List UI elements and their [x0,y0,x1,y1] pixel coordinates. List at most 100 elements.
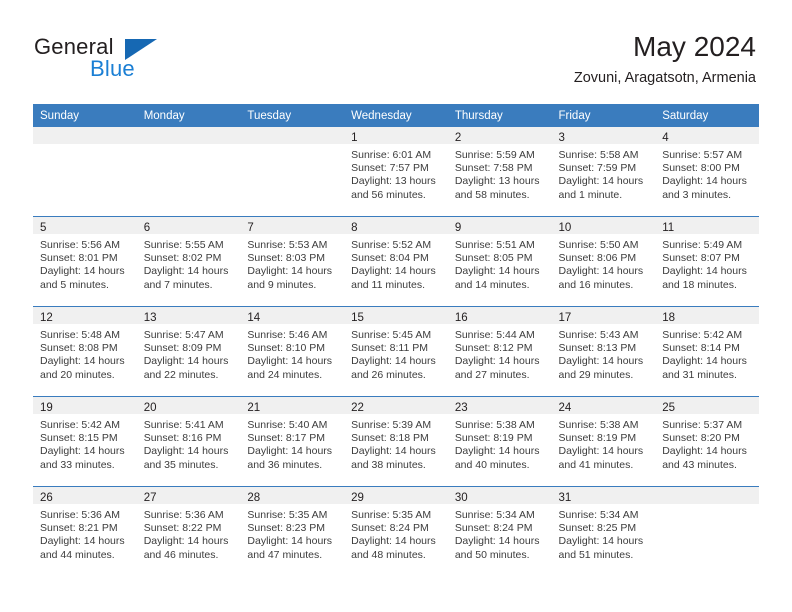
daylight-text-line2: and 22 minutes. [143,368,219,381]
day-number: 20 [143,402,157,414]
day-number: 24 [558,402,572,414]
sunset-text: Sunset: 8:03 PM [247,252,326,265]
sunset-text: Sunset: 8:16 PM [143,432,222,445]
day-cell[interactable]: 30 Sunrise: 5:34 AM Sunset: 8:24 PM Dayligh… [447,486,552,576]
sunset-text: Sunset: 8:08 PM [40,342,118,355]
day-details: Sunrise: 5:58 AM Sunset: 7:59 PM Daylight:… [552,144,656,202]
daylight-text-line1: Daylight: 14 hours [351,445,436,458]
day-cell[interactable]: 6 Sunrise: 5:55 AM Sunset: 8:02 PM Daylight… [136,216,241,307]
sunrise-text: Sunrise: 5:48 AM [40,329,120,341]
day-number-band: 2 [447,127,552,144]
day-cell[interactable]: 27 Sunrise: 5:36 AM Sunset: 8:22 PM Dayligh… [136,486,241,576]
day-cell[interactable]: 29 Sunrise: 5:35 AM Sunset: 8:24 PM Dayligh… [344,486,448,576]
day-number: 4 [662,132,669,144]
day-cell[interactable]: 11 Sunrise: 5:49 AM Sunset: 8:07 PM Dayligh… [655,216,759,307]
day-cell[interactable]: 31 Sunrise: 5:34 AM Sunset: 8:25 PM Dayligh… [551,486,656,576]
day-cell[interactable]: 5 Sunrise: 5:56 AM Sunset: 8:01 PM Daylight… [33,216,137,307]
day-cell[interactable]: 19 Sunrise: 5:42 AM Sunset: 8:15 PM Dayligh… [33,396,137,487]
day-cell[interactable]: 1 Sunrise: 6:01 AM Sunset: 7:57 PM Daylight… [344,127,448,217]
day-number-band [240,127,345,144]
sunrise-text: Sunrise: 5:57 AM [662,149,743,161]
daylight-text-line1: Daylight: 14 hours [351,355,436,368]
day-cell[interactable]: 8 Sunrise: 5:52 AM Sunset: 8:04 PM Daylight… [344,216,448,307]
day-cell[interactable]: 23 Sunrise: 5:38 AM Sunset: 8:19 PM Dayligh… [447,396,552,487]
sunset-text: Sunset: 8:11 PM [351,342,428,355]
page-header: General Blue May 2024 Zovuni, Aragatsotn… [0,0,792,104]
daylight-text-line2: and 50 minutes. [454,548,530,561]
day-cell[interactable]: 9 Sunrise: 5:51 AM Sunset: 8:05 PM Daylight… [447,216,552,307]
daylight-text-line1: Daylight: 14 hours [351,265,436,278]
day-number: 30 [454,492,468,504]
day-cell[interactable]: 3 Sunrise: 5:58 AM Sunset: 7:59 PM Daylight… [551,127,656,217]
day-number-band: 4 [655,127,759,144]
daylight-text-line2: and 24 minutes. [247,368,323,381]
day-number-band: 24 [551,397,656,414]
day-cell[interactable]: 4 Sunrise: 5:57 AM Sunset: 8:00 PM Daylight… [655,127,759,217]
sunrise-text: Sunrise: 5:56 AM [40,239,120,251]
day-cell[interactable]: 7 Sunrise: 5:53 AM Sunset: 8:03 PM Daylight… [240,216,345,307]
day-cell[interactable]: 14 Sunrise: 5:46 AM Sunset: 8:10 PM Dayligh… [240,306,345,397]
day-details: Sunrise: 5:36 AM Sunset: 8:22 PM Daylight:… [137,504,241,562]
day-number-band: 30 [447,487,552,504]
day-cell[interactable]: 10 Sunrise: 5:50 AM Sunset: 8:06 PM Dayligh… [551,216,656,307]
daylight-text-line2: and 33 minutes. [40,458,115,471]
daylight-text-line2: and 44 minutes. [40,548,115,561]
daylight-text-line1: Daylight: 14 hours [247,265,333,278]
day-cell[interactable]: 20 Sunrise: 5:41 AM Sunset: 8:16 PM Dayligh… [136,396,241,487]
sunrise-text: Sunrise: 5:49 AM [662,239,743,251]
day-cell[interactable]: 15 Sunrise: 5:45 AM Sunset: 8:11 PM Dayligh… [344,306,448,397]
day-cell[interactable]: 21 Sunrise: 5:40 AM Sunset: 8:17 PM Dayligh… [240,396,345,487]
sunset-text: Sunset: 8:09 PM [143,342,222,355]
day-number: 18 [662,312,676,324]
day-cell[interactable]: 16 Sunrise: 5:44 AM Sunset: 8:12 PM Dayligh… [447,306,552,397]
day-details: Sunrise: 5:42 AM Sunset: 8:14 PM Daylight:… [655,324,759,382]
sunset-text: Sunset: 8:20 PM [662,432,740,445]
calendar-grid: Sunday Monday Tuesday Wednesday Thursday… [33,104,759,576]
day-details: Sunrise: 5:39 AM Sunset: 8:18 PM Daylight:… [344,414,448,472]
daylight-text-line2: and 9 minutes. [247,278,317,291]
daylight-text-line1: Daylight: 14 hours [40,355,125,368]
day-cell[interactable]: 25 Sunrise: 5:37 AM Sunset: 8:20 PM Dayligh… [655,396,759,487]
day-cell[interactable]: 2 Sunrise: 5:59 AM Sunset: 7:58 PM Daylight… [447,127,552,217]
sunset-text: Sunset: 7:58 PM [454,162,533,175]
sunset-text: Sunset: 8:24 PM [454,522,533,535]
calendar-week-row: 12 Sunrise: 5:48 AM Sunset: 8:08 PM Dayligh… [33,306,759,397]
daylight-text-line2: and 26 minutes. [351,368,426,381]
sunset-text: Sunset: 8:13 PM [558,342,637,355]
daylight-text-line1: Daylight: 14 hours [351,535,436,548]
day-number-band: 1 [344,127,448,144]
daylight-text-line2: and 20 minutes. [40,368,115,381]
sunrise-text: Sunrise: 5:47 AM [143,329,224,341]
day-cell[interactable]: 24 Sunrise: 5:38 AM Sunset: 8:19 PM Dayligh… [551,396,656,487]
daylight-text-line2: and 29 minutes. [558,368,634,381]
title-block: May 2024 Zovuni, Aragatsotn, Armenia [574,30,756,87]
day-number-band: 15 [344,307,448,324]
daylight-text-line1: Daylight: 14 hours [143,535,229,548]
logo-text-blue: Blue [90,56,135,81]
day-cell[interactable]: 17 Sunrise: 5:43 AM Sunset: 8:13 PM Dayligh… [551,306,656,397]
day-cell[interactable]: 12 Sunrise: 5:48 AM Sunset: 8:08 PM Dayligh… [33,306,137,397]
day-number-band: 13 [136,307,241,324]
day-number-band [655,487,759,504]
sunrise-text: Sunrise: 6:01 AM [351,149,432,161]
sunrise-text: Sunrise: 5:45 AM [351,329,432,341]
day-number: 10 [558,222,572,234]
day-number: 16 [454,312,468,324]
day-cell[interactable]: 28 Sunrise: 5:35 AM Sunset: 8:23 PM Dayligh… [240,486,345,576]
day-details: Sunrise: 5:34 AM Sunset: 8:25 PM Daylight:… [552,504,656,562]
weekday-header-monday: Monday [136,104,241,127]
day-cell[interactable]: 18 Sunrise: 5:42 AM Sunset: 8:14 PM Dayligh… [655,306,759,397]
general-blue-logo[interactable]: General Blue [34,34,194,90]
day-cell[interactable]: 13 Sunrise: 5:47 AM Sunset: 8:09 PM Dayligh… [136,306,241,397]
daylight-text-line2: and 51 minutes. [558,548,634,561]
daylight-text-line1: Daylight: 14 hours [662,175,747,188]
sunset-text: Sunset: 8:02 PM [143,252,222,265]
day-number: 7 [247,222,254,234]
sunrise-text: Sunrise: 5:52 AM [351,239,432,251]
day-details: Sunrise: 5:35 AM Sunset: 8:24 PM Daylight:… [344,504,448,562]
day-details: Sunrise: 5:57 AM Sunset: 8:00 PM Daylight:… [655,144,759,202]
day-number: 23 [454,402,468,414]
day-cell[interactable]: 22 Sunrise: 5:39 AM Sunset: 8:18 PM Dayligh… [344,396,448,487]
daylight-text-line2: and 11 minutes. [351,278,426,291]
day-cell[interactable]: 26 Sunrise: 5:36 AM Sunset: 8:21 PM Dayligh… [33,486,137,576]
